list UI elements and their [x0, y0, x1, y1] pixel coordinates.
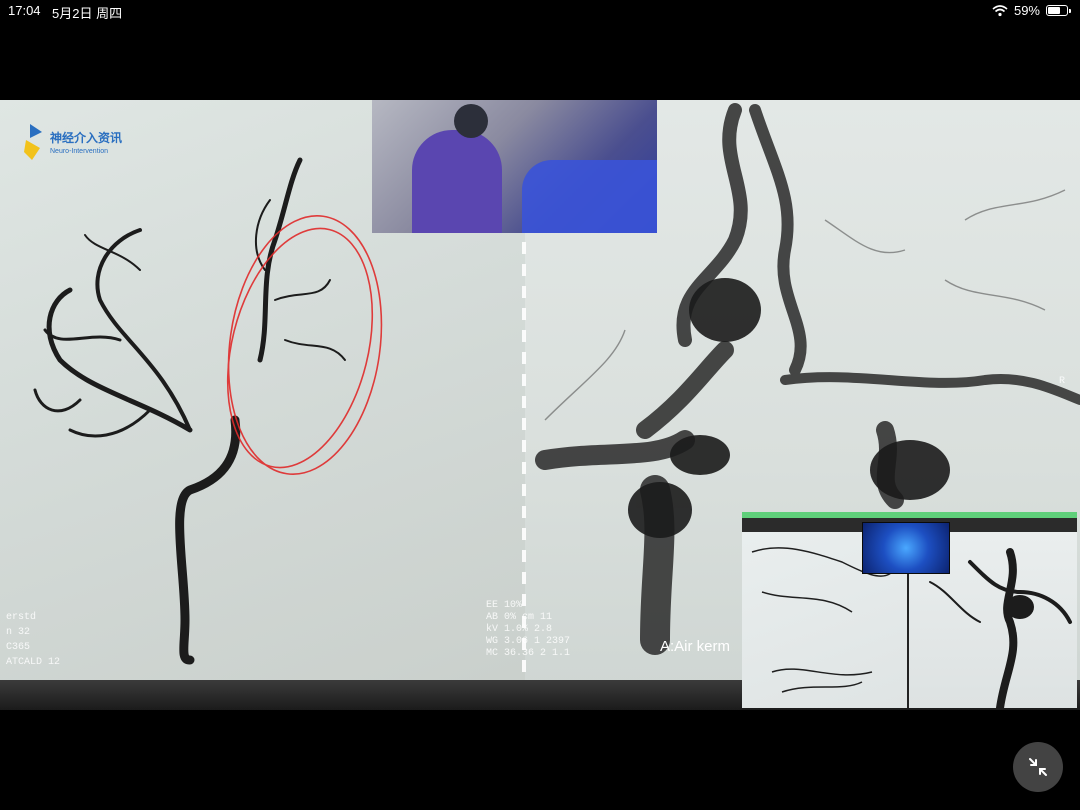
left-overlay-line: erstd [6, 612, 37, 623]
video-frame[interactable]: 神经介入资讯 Neuro-Intervention erstd n 32 C36… [0, 100, 1080, 710]
collapse-button[interactable] [1013, 742, 1063, 792]
surgical-drape [522, 160, 657, 233]
left-overlay-line: ATCALD 12 [6, 657, 61, 668]
wifi-icon [992, 4, 1008, 16]
logo: 神经介入资讯 Neuro-Intervention [20, 122, 122, 162]
inset-camera-thumbnail [862, 522, 950, 574]
battery-icon [1046, 5, 1071, 16]
logo-mark-icon [20, 122, 44, 162]
air-kerma-label: A:Air kerm [660, 638, 731, 655]
left-overlay-text: erstd n 32 C365 ATCALD 12 [6, 610, 60, 670]
operator-figure [412, 130, 502, 233]
status-right: 59% [992, 3, 1071, 18]
collapse-icon [1029, 758, 1047, 776]
status-date: 5月2日 周四 [52, 6, 123, 21]
operator-head [454, 104, 488, 138]
battery-percent: 59% [1013, 3, 1040, 18]
center-overlay-line: MC 36.36 2 1.1 [486, 648, 571, 659]
center-overlay-line: WG 3.06 1 2397 [486, 636, 571, 647]
center-overlay-text: EE 10% AB 0% cm 11 kV 1.0% 2.8 WG 3.06 1… [486, 600, 570, 660]
center-overlay-line: kV 1.0% 2.8 [486, 624, 553, 635]
status-bar: 17:04 5月2日 周四 59% [0, 0, 1080, 22]
logo-subtitle: Neuro-Intervention [50, 148, 108, 155]
center-overlay-line: EE 10% [486, 600, 523, 611]
left-overlay-line: C365 [6, 642, 31, 653]
left-overlay-line: n 32 [6, 627, 31, 638]
logo-title: 神经介入资讯 [50, 131, 123, 145]
operator-camera-feed [372, 100, 657, 233]
center-overlay-line: AB 0% cm 11 [486, 612, 553, 623]
right-marker: R [1059, 376, 1066, 387]
inset-angiogram [742, 512, 1077, 708]
status-time: 17:04 [8, 3, 41, 18]
